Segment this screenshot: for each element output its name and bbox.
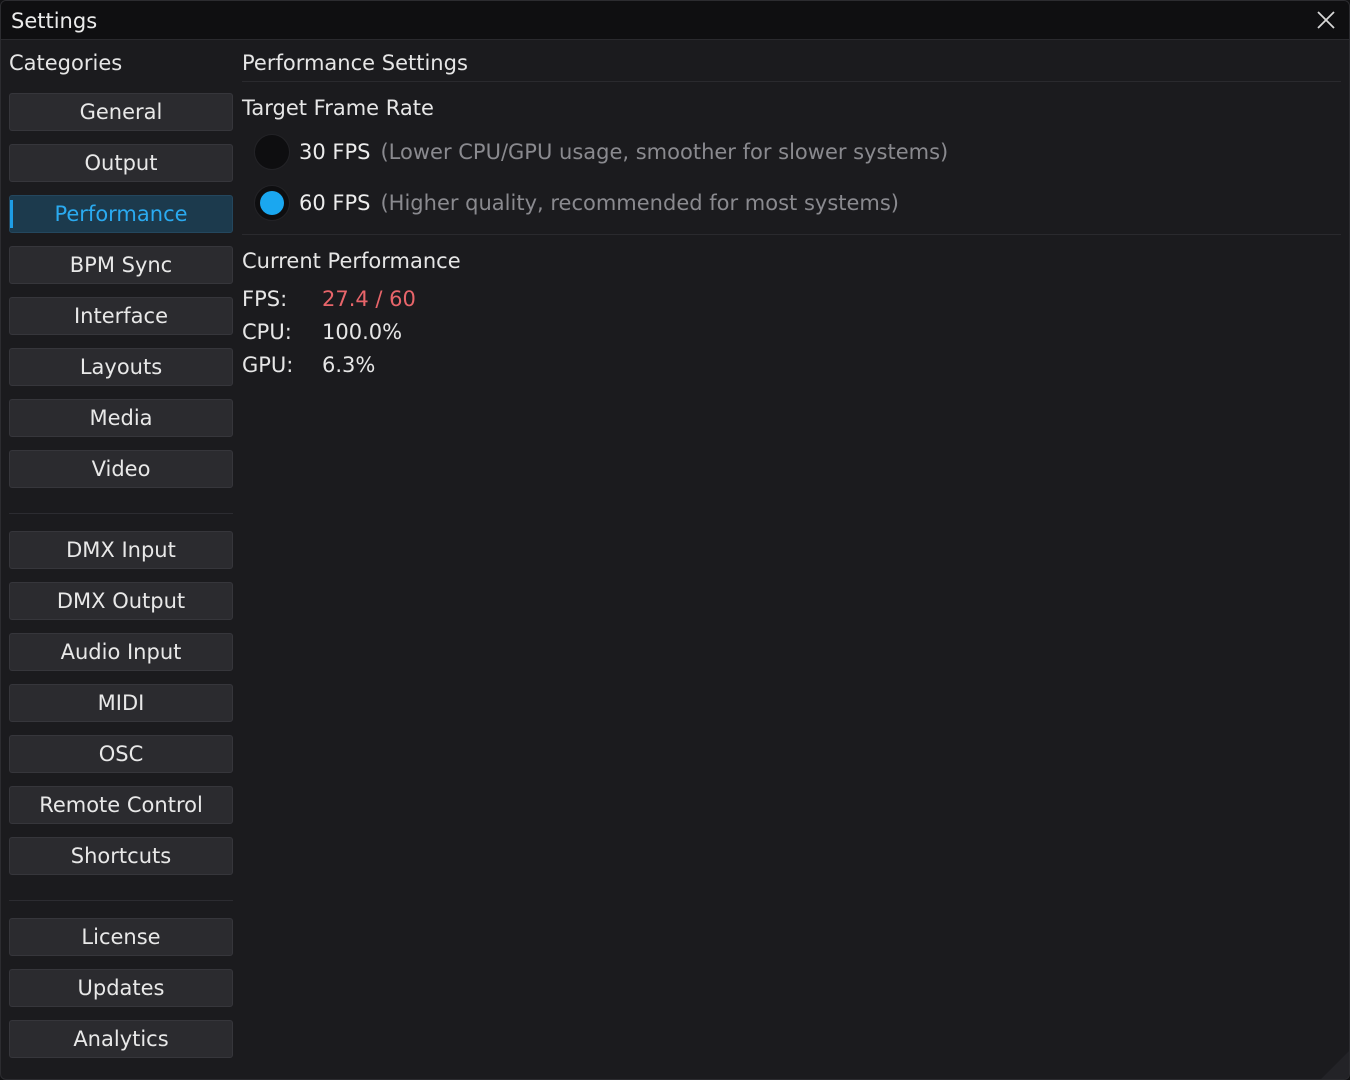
category-remote-control-button[interactable]: Remote Control <box>9 786 233 824</box>
gpu-value: 6.3% <box>322 353 376 377</box>
category-bpm-sync-button[interactable]: BPM Sync <box>9 246 233 284</box>
categories-heading: Categories <box>9 51 123 75</box>
category-shortcuts-button[interactable]: Shortcuts <box>9 837 233 875</box>
section-divider <box>242 234 1341 235</box>
page-title: Performance Settings <box>242 51 468 75</box>
sidebar-divider <box>9 900 233 901</box>
category-analytics-button[interactable]: Analytics <box>9 1020 233 1058</box>
settings-content: Performance Settings Target Frame Rate 3… <box>242 39 1341 1079</box>
category-interface-button[interactable]: Interface <box>9 297 233 335</box>
resize-grip[interactable] <box>1321 1051 1349 1079</box>
radio-30-fps-indicator[interactable] <box>254 134 290 170</box>
radio-60-fps-label: 60 FPS <box>299 191 371 215</box>
window-title: Settings <box>11 9 98 33</box>
category-updates-button[interactable]: Updates <box>9 969 233 1007</box>
radio-30-fps-description: (Lower CPU/GPU usage, smoother for slowe… <box>380 140 949 164</box>
category-video-button[interactable]: Video <box>9 450 233 488</box>
category-audio-input-button[interactable]: Audio Input <box>9 633 233 671</box>
close-icon <box>1317 11 1335 29</box>
radio-60-fps-indicator[interactable] <box>254 185 290 221</box>
title-divider <box>242 81 1341 82</box>
category-performance-button[interactable]: Performance <box>9 195 233 233</box>
frame-rate-heading: Target Frame Rate <box>242 96 434 120</box>
title-bar[interactable]: Settings <box>1 1 1349 40</box>
category-media-button[interactable]: Media <box>9 399 233 437</box>
category-general-button[interactable]: General <box>9 93 233 131</box>
cpu-label: CPU: <box>242 320 292 344</box>
fps-label: FPS: <box>242 287 288 311</box>
fps-value: 27.4 / 60 <box>322 287 416 311</box>
category-license-button[interactable]: License <box>9 918 233 956</box>
gpu-label: GPU: <box>242 353 294 377</box>
cpu-value: 100.0% <box>322 320 403 344</box>
category-dmx-input-button[interactable]: DMX Input <box>9 531 233 569</box>
sidebar-divider <box>9 513 233 514</box>
categories-sidebar: Categories General Output Performance BP… <box>9 39 233 1079</box>
close-button[interactable] <box>1315 9 1337 31</box>
category-osc-button[interactable]: OSC <box>9 735 233 773</box>
radio-60-fps-description: (Higher quality, recommended for most sy… <box>380 191 900 215</box>
category-dmx-output-button[interactable]: DMX Output <box>9 582 233 620</box>
radio-30-fps[interactable]: 30 FPS (Lower CPU/GPU usage, smoother fo… <box>254 133 948 171</box>
radio-30-fps-label: 30 FPS <box>299 140 371 164</box>
radio-60-fps[interactable]: 60 FPS (Higher quality, recommended for … <box>254 184 899 222</box>
settings-window: Settings Categories General Output Perfo… <box>0 0 1350 1080</box>
category-midi-button[interactable]: MIDI <box>9 684 233 722</box>
current-performance-heading: Current Performance <box>242 249 461 273</box>
category-layouts-button[interactable]: Layouts <box>9 348 233 386</box>
category-output-button[interactable]: Output <box>9 144 233 182</box>
